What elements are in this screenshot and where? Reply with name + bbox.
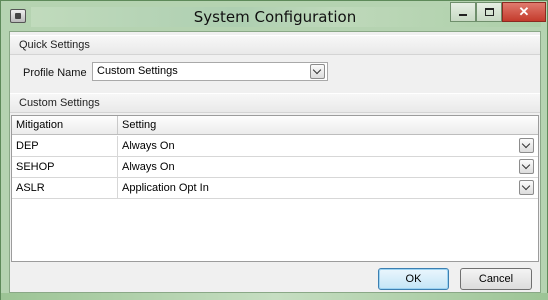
setting-cell[interactable]: Always On [118, 157, 538, 177]
quick-settings-header: Quick Settings [10, 35, 540, 55]
window-frame: System Configuration ✕ Quick Settings Pr… [0, 0, 548, 300]
minimize-icon [459, 14, 467, 16]
dialog-body: Quick Settings Profile Name Custom Setti… [9, 31, 541, 293]
mitigation-cell: ASLR [12, 178, 118, 198]
setting-value: Application Opt In [122, 182, 209, 194]
setting-value: Always On [122, 161, 175, 173]
mitigation-table: Mitigation Setting DEP Always On SEHOP A… [11, 115, 539, 262]
close-button[interactable]: ✕ [502, 2, 546, 22]
custom-settings-header: Custom Settings [10, 93, 540, 113]
table-row[interactable]: ASLR Application Opt In [12, 178, 538, 199]
close-icon: ✕ [518, 4, 530, 19]
table-row[interactable]: SEHOP Always On [12, 157, 538, 178]
mitigation-cell: DEP [12, 136, 118, 156]
setting-cell[interactable]: Application Opt In [118, 178, 538, 198]
maximize-button[interactable] [476, 2, 502, 22]
title-bar[interactable]: System Configuration ✕ [1, 1, 548, 31]
dropdown-button[interactable] [519, 138, 534, 153]
column-header-setting[interactable]: Setting [118, 116, 538, 134]
mitigation-cell: SEHOP [12, 157, 118, 177]
dropdown-button[interactable] [310, 64, 325, 79]
chevron-down-icon [521, 139, 531, 149]
dropdown-button[interactable] [519, 159, 534, 174]
chevron-down-icon [312, 65, 322, 75]
profile-name-value: Custom Settings [97, 65, 178, 77]
setting-value: Always On [122, 140, 175, 152]
table-row[interactable]: DEP Always On [12, 136, 538, 157]
background-blur [1, 293, 548, 300]
profile-name-label: Profile Name [23, 67, 87, 79]
chevron-down-icon [521, 181, 531, 191]
minimize-button[interactable] [450, 2, 476, 22]
ok-button[interactable]: OK [378, 268, 449, 290]
chevron-down-icon [521, 160, 531, 170]
dropdown-button[interactable] [519, 180, 534, 195]
profile-name-dropdown[interactable]: Custom Settings [92, 62, 328, 81]
cancel-button[interactable]: Cancel [460, 268, 532, 290]
maximize-icon [484, 8, 494, 16]
setting-cell[interactable]: Always On [118, 136, 538, 156]
column-header-mitigation[interactable]: Mitigation [12, 116, 118, 134]
table-header: Mitigation Setting [12, 116, 538, 135]
